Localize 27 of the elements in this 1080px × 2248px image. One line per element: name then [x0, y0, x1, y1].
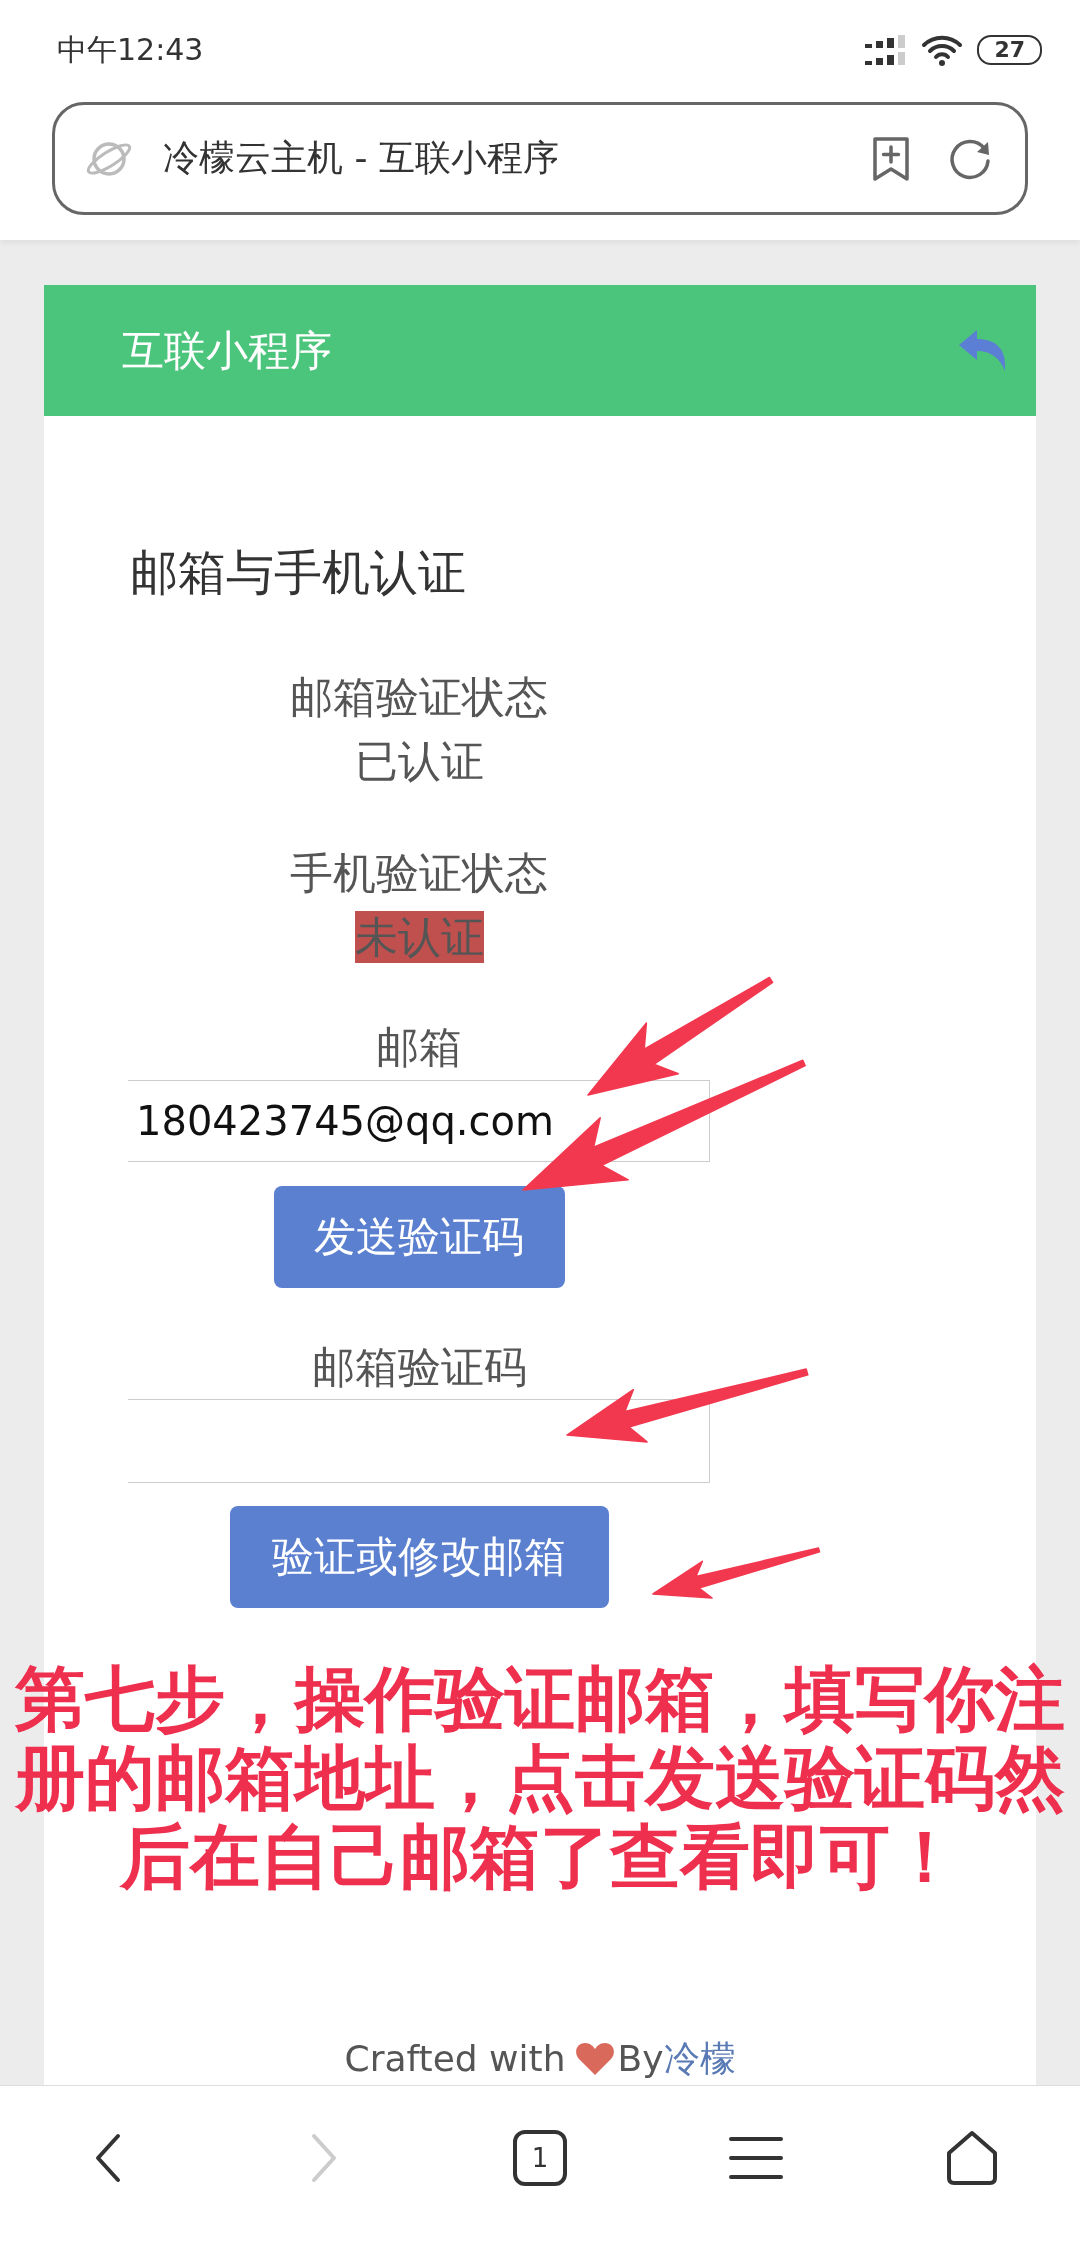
field-label: 邮箱	[376, 1021, 462, 1074]
status-label: 邮箱验证状态	[290, 671, 548, 724]
signal-icon	[865, 35, 908, 65]
wifi-icon	[921, 34, 964, 66]
footer-text: By	[617, 2039, 664, 2079]
battery-indicator: 27	[977, 35, 1042, 65]
back-icon[interactable]	[94, 2133, 122, 2183]
status-value: 未认证	[354, 911, 484, 963]
page-title[interactable]: 冷檬云主机 - 互联小程序	[163, 134, 559, 183]
author-link[interactable]: 冷檬	[663, 2039, 736, 2079]
tab-switcher-button[interactable]: 1	[513, 2130, 567, 2186]
header-title: 互联小程序	[122, 324, 332, 377]
address-bar[interactable]: 冷檬云主机 - 互联小程序	[52, 102, 1028, 215]
status-value: 已认证	[354, 735, 484, 787]
status-time: 中午12:43	[57, 30, 204, 69]
verify-email-button[interactable]: 验证或修改邮箱	[229, 1506, 609, 1608]
home-icon[interactable]	[944, 2130, 1000, 2186]
email-input[interactable]: 180423745@qq.com	[128, 1080, 710, 1162]
annotation-text: 第七步，操作验证邮箱，填写你注册的邮箱地址，点击发送验证码然后在自己邮箱了查看即可！	[13, 1660, 1066, 1897]
menu-icon[interactable]	[729, 2136, 783, 2180]
field-label: 邮箱验证码	[311, 1341, 527, 1394]
send-code-button[interactable]: 发送验证码	[273, 1186, 565, 1288]
footer-text: Crafted with	[344, 2039, 566, 2079]
heart-icon	[575, 2042, 616, 2076]
status-label: 手机验证状态	[290, 847, 548, 900]
section-heading: 邮箱与手机认证	[130, 543, 467, 602]
code-input[interactable]	[128, 1399, 710, 1483]
